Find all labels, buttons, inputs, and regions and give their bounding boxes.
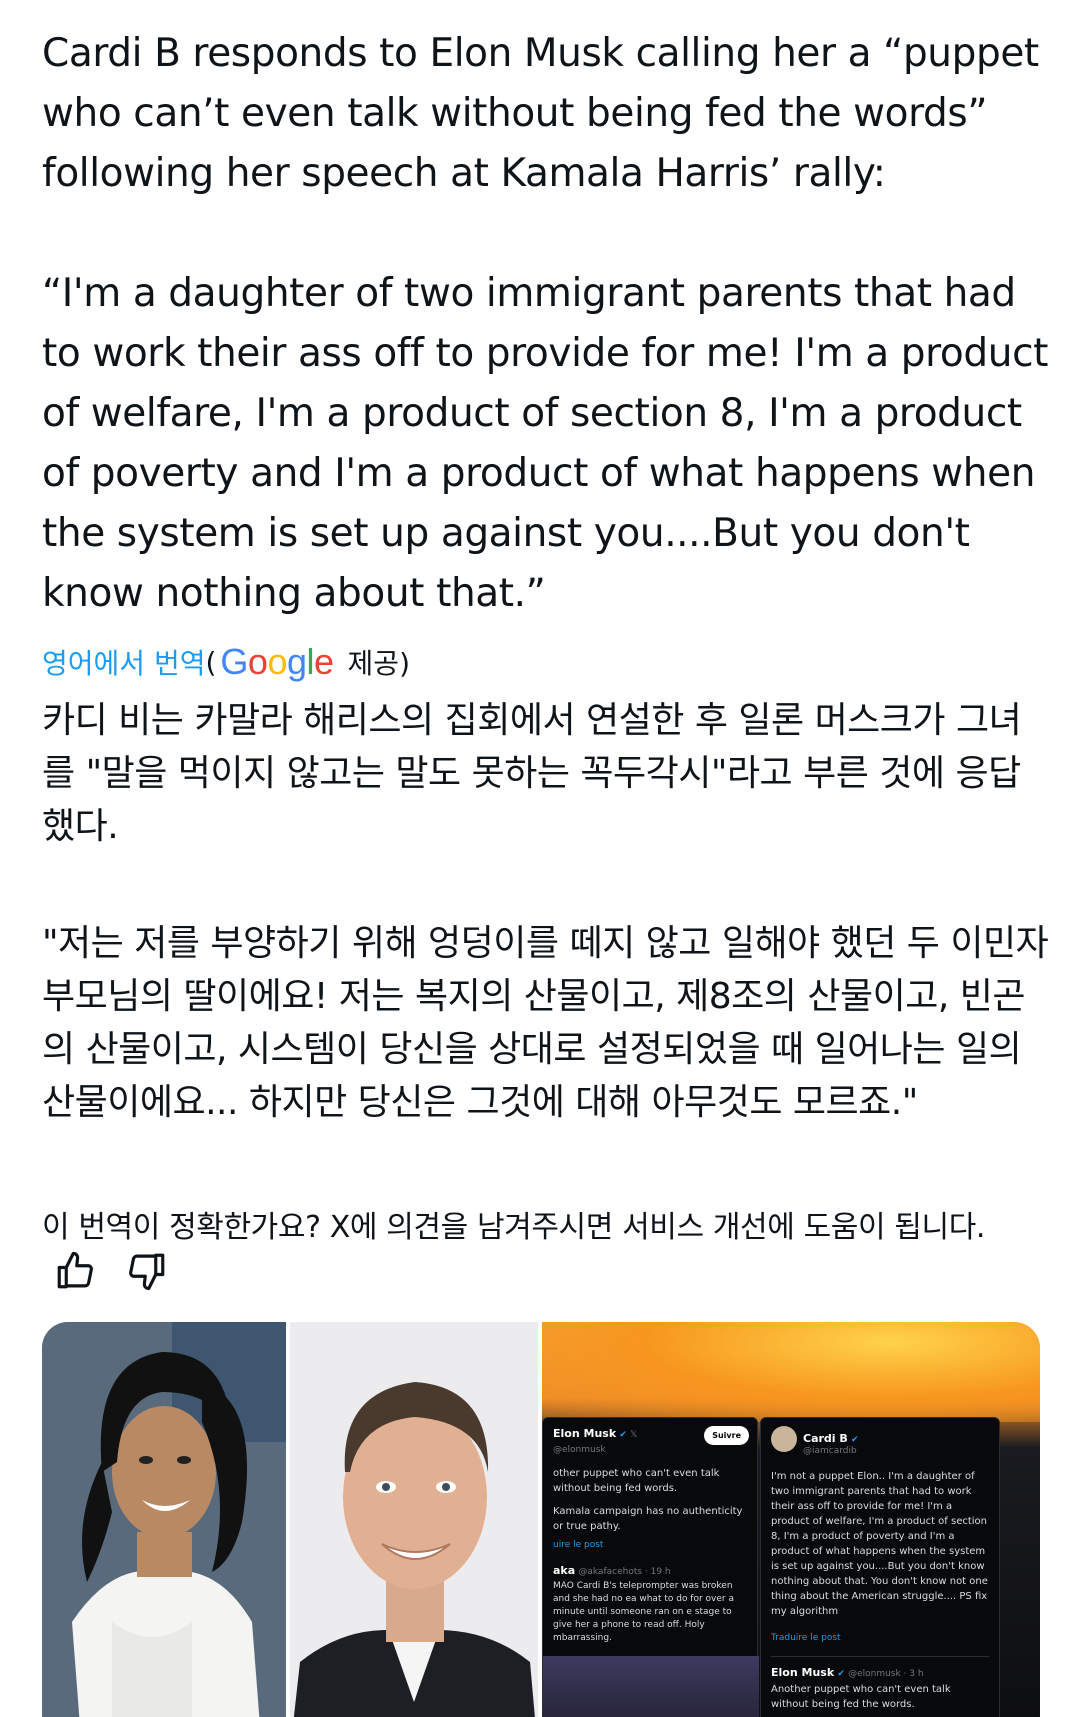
translation-feedback-question: 이 번역이 정확한가요? X에 의견을 남겨주시면 서비스 개선에 도움이 됩니… [42,1210,986,1245]
open-paren: ( [205,645,217,679]
provided-label: 제공) [347,647,410,680]
post-body: Cardi B responds to Elon Musk calling he… [42,24,1052,624]
cardi-b-tweet-card: Cardi B ✔ @iamcardib I'm not a puppet El… [760,1417,1000,1717]
translated-from-english-link[interactable]: 영어에서 번역 [42,642,205,682]
thumbs-up-icon[interactable] [54,1250,96,1292]
elon-musk-photo[interactable] [290,1322,538,1717]
avatar [771,1426,797,1452]
translated-headline: 카디 비는 카말라 해리스의 집회에서 연설한 후 일론 머스크가 그녀를 "말… [42,700,1022,847]
tweet-screenshot-image[interactable]: Elon Musk ✔ 𝕏 @elonmusk Suivre other pup… [542,1322,1040,1717]
post-headline: Cardi B responds to Elon Musk calling he… [42,31,1039,196]
thumbs-down-icon[interactable] [126,1250,168,1292]
post-quote: “I'm a daughter of two immigrant parents… [42,271,1048,616]
google-logo: Google [220,641,334,682]
elon-musk-tweet-card: Elon Musk ✔ 𝕏 @elonmusk Suivre other pup… [542,1417,759,1717]
translation-attribution: 영어에서 번역 ( Google 제공) [42,636,410,688]
quoted-tweet: Elon Musk ✔ @elonmusk · 3 h Another pupp… [771,1656,989,1712]
rally-crowd-image [543,1656,759,1717]
translated-quote: "저는 저를 부양하기 위해 엉덩이를 떼지 않고 일해야 했던 두 이민자 부… [42,923,1049,1123]
translated-text: 카디 비는 카말라 해리스의 집회에서 연설한 후 일론 머스크가 그녀를 "말… [42,694,1052,1129]
cardi-b-photo[interactable] [42,1322,286,1717]
post-media[interactable]: Elon Musk ✔ 𝕏 @elonmusk Suivre other pup… [42,1322,1040,1717]
follow-button: Suivre [704,1426,749,1445]
translation-feedback-buttons [54,1250,168,1292]
